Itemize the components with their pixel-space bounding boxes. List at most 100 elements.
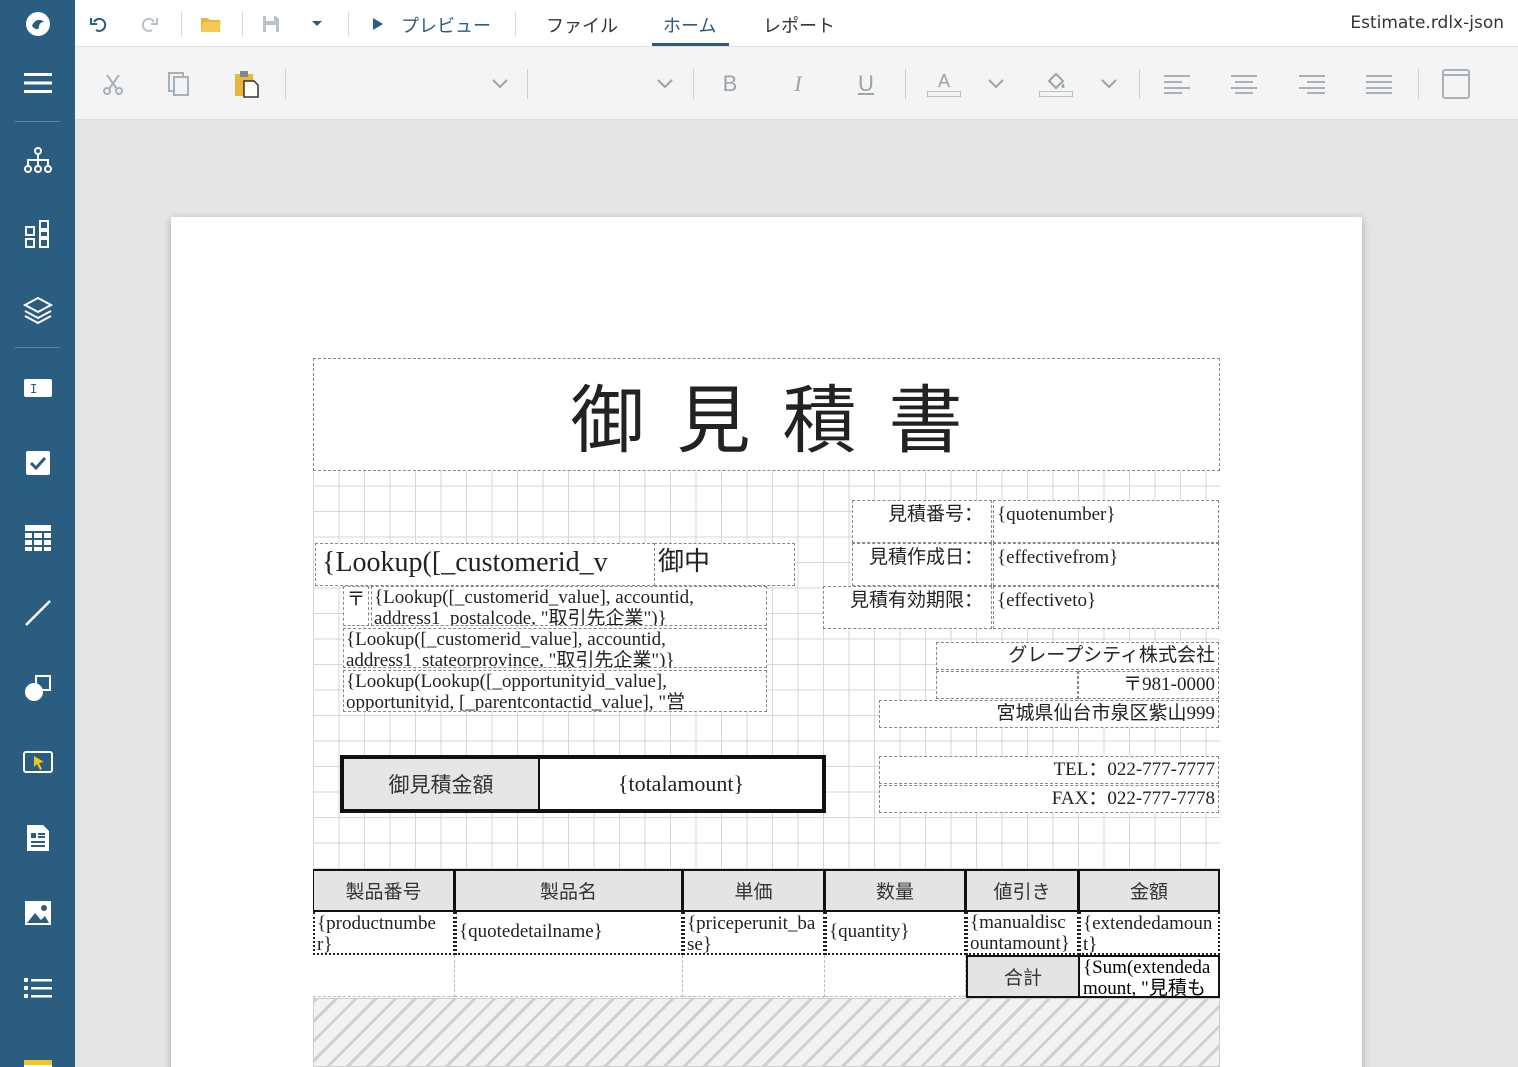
open-folder-icon[interactable]	[200, 10, 222, 38]
report-title[interactable]: 御見積書	[313, 358, 1220, 471]
expiry-date-label[interactable]: 見積有効期限：	[823, 586, 992, 629]
toolbar-divider	[348, 12, 349, 36]
customer-state-field[interactable]: {Lookup([_customerid_value], accountid, …	[343, 628, 767, 668]
table-footer-cell[interactable]	[825, 955, 966, 997]
table-footer-cell[interactable]	[683, 955, 825, 997]
active-tab-indicator	[652, 43, 729, 46]
align-center-icon[interactable]	[1230, 69, 1258, 99]
table-detail-cell[interactable]: {extendedamount}	[1079, 912, 1220, 955]
underline-button[interactable]: U	[854, 69, 878, 99]
bold-icon: B	[722, 71, 738, 96]
hierarchy-icon[interactable]	[0, 130, 75, 190]
company-name[interactable]: グレープシティ株式会社	[936, 642, 1219, 670]
checkbox-icon[interactable]	[0, 433, 75, 493]
table-icon[interactable]	[0, 508, 75, 568]
paste-icon[interactable]	[232, 69, 260, 99]
font-color-icon: A	[937, 71, 950, 91]
menu-icon[interactable]	[0, 53, 75, 113]
customer-name-field[interactable]: {Lookup([_customerid_v	[315, 543, 655, 586]
customer-postal-code-field[interactable]: {Lookup([_customerid_value], accountid, …	[371, 586, 767, 626]
redo-icon[interactable]	[140, 10, 160, 38]
components-icon[interactable]	[0, 205, 75, 265]
copy-icon[interactable]	[166, 69, 192, 99]
table-header-cell[interactable]: 数量	[825, 869, 966, 912]
align-justify-icon[interactable]	[1365, 69, 1393, 99]
save-icon[interactable]	[261, 10, 281, 38]
align-right-icon[interactable]	[1298, 69, 1326, 99]
company-fax[interactable]: FAX：022-777-7778	[879, 785, 1219, 813]
table-header-cell[interactable]: 製品番号	[313, 869, 455, 912]
left-sidebar: I	[0, 0, 75, 1067]
svg-text:I: I	[30, 382, 37, 396]
quote-amount-value: {totalamount}	[617, 771, 745, 796]
table-detail-cell[interactable]: {quotedetailname}	[455, 912, 683, 955]
company-postal-code[interactable]: 〒981-0000	[1078, 671, 1219, 699]
table-sum-label[interactable]: 合計	[966, 955, 1080, 998]
unused-area	[313, 998, 1220, 1067]
table-header-cell[interactable]: 値引き	[966, 869, 1079, 912]
top-bar: プレビュー ファイル ホーム レポート Estimate.rdlx-json	[75, 0, 1518, 47]
font-color-button[interactable]: A	[926, 69, 962, 99]
font-color-chevron-icon[interactable]	[985, 69, 1007, 99]
fill-color-swatch	[1039, 91, 1073, 97]
tablix-icon[interactable]	[0, 1030, 75, 1067]
customer-contact-field[interactable]: {Lookup(Lookup([_opportunityid_value], o…	[343, 670, 767, 712]
table-detail-cell[interactable]: {quantity}	[825, 912, 966, 955]
align-left-icon[interactable]	[1163, 69, 1191, 99]
undo-icon[interactable]	[88, 10, 108, 38]
table-sum-value[interactable]: {Sum(extendedamount, "見積もり詳細")}	[1080, 955, 1220, 998]
quote-number-value[interactable]: {quotenumber}	[993, 500, 1219, 543]
created-date-label[interactable]: 見積作成日：	[852, 543, 992, 586]
company-address[interactable]: 宮城県仙台市泉区紫山999	[879, 700, 1219, 728]
expiry-date-value[interactable]: {effectiveto}	[993, 586, 1219, 629]
sidebar-divider	[15, 347, 60, 348]
italic-button[interactable]: I	[786, 69, 810, 99]
textbox-icon[interactable]: I	[0, 358, 75, 418]
table-header-cell[interactable]: 製品名	[455, 869, 683, 912]
report-body: 御見積書 見積番号： {quotenumber} 見積作成日： {effecti…	[313, 358, 1220, 1067]
table-header-cell[interactable]: 単価	[683, 869, 825, 912]
postal-mark[interactable]: 〒	[343, 586, 369, 626]
table-footer-cell[interactable]	[455, 955, 683, 997]
ribbon-toolbar: B I U A	[75, 47, 1518, 120]
company-tel[interactable]: TEL：022-777-7777	[879, 756, 1219, 784]
honorific-label[interactable]: 御中	[654, 543, 795, 586]
tab-home[interactable]: ホーム	[663, 12, 716, 38]
table-detail-cell[interactable]: {manualdiscountamount}	[966, 912, 1079, 955]
play-icon[interactable]	[372, 10, 384, 38]
ribbon-divider	[905, 69, 906, 99]
logo-icon[interactable]	[0, 0, 75, 47]
save-dropdown-chevron-icon[interactable]	[310, 10, 324, 38]
italic-icon: I	[794, 71, 802, 96]
select-icon[interactable]	[0, 733, 75, 793]
fill-color-button[interactable]	[1038, 69, 1074, 99]
cut-icon[interactable]	[100, 69, 126, 99]
fill-color-chevron-icon[interactable]	[1098, 69, 1120, 99]
shapes-icon[interactable]	[0, 658, 75, 718]
table-header-cell[interactable]: 金額	[1079, 869, 1220, 912]
table-detail-cell[interactable]: {priceperunit_base}	[683, 912, 825, 955]
tab-file[interactable]: ファイル	[546, 12, 618, 38]
quote-number-label[interactable]: 見積番号：	[852, 500, 992, 543]
font-family-select[interactable]	[290, 69, 510, 99]
toolbar-divider	[181, 12, 182, 36]
page-layout-icon[interactable]	[1441, 69, 1471, 99]
table-footer-cell[interactable]	[313, 955, 455, 997]
quote-amount-box[interactable]: 御見積金額 {totalamount}	[340, 755, 826, 813]
image-icon[interactable]	[0, 883, 75, 943]
table-detail-cell[interactable]: {productnumber}	[313, 912, 455, 955]
list-icon[interactable]	[0, 958, 75, 1018]
layers-icon[interactable]	[0, 280, 75, 340]
report-part-icon[interactable]	[0, 808, 75, 868]
tab-report[interactable]: レポート	[763, 12, 835, 38]
file-name: Estimate.rdlx-json	[1350, 13, 1504, 33]
preview-button[interactable]: プレビュー	[401, 12, 491, 38]
line-icon[interactable]	[0, 583, 75, 643]
ribbon-divider	[1139, 69, 1140, 99]
underline-icon: U	[858, 71, 874, 96]
sidebar-divider	[15, 121, 60, 122]
created-date-value[interactable]: {effectivefrom}	[993, 543, 1219, 586]
company-empty-cell[interactable]	[936, 671, 1078, 699]
bold-button[interactable]: B	[718, 69, 742, 99]
font-size-select[interactable]	[530, 69, 675, 99]
